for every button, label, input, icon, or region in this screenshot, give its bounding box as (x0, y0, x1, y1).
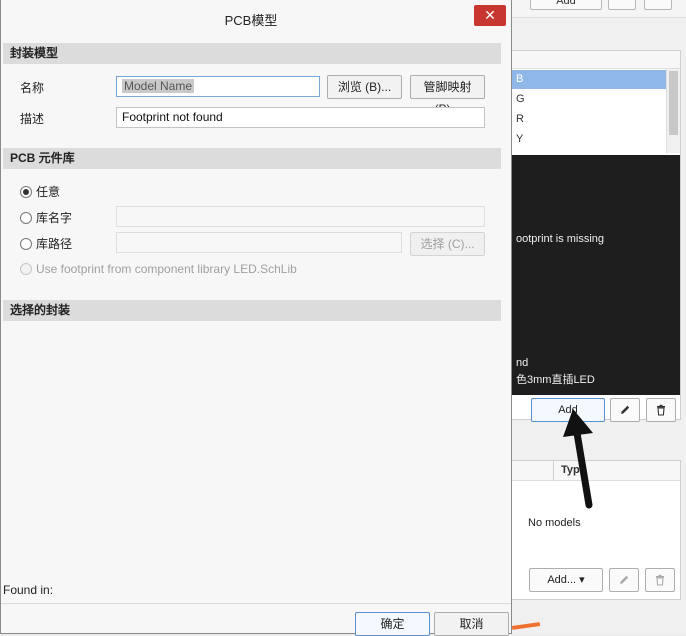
edit-model-button[interactable] (609, 568, 639, 592)
description-field[interactable]: Footprint not found (116, 107, 485, 128)
bg-top-add-button[interactable]: Add (530, 0, 602, 10)
component-list-panel: B G R Y ootprint is missing nd 色3mm直插LED… (505, 50, 681, 422)
ok-button[interactable]: 确定 (355, 612, 430, 636)
radio-any-label: 任意 (36, 185, 61, 199)
choose-button[interactable]: 选择 (C)... (410, 232, 485, 256)
background-toolbar: Add (505, 0, 686, 18)
bg-top-edit-button[interactable] (608, 0, 636, 10)
footer-divider (1, 603, 511, 604)
name-field-value: Model Name (122, 79, 195, 93)
close-button[interactable]: ✕ (474, 5, 506, 26)
list-item[interactable]: B (506, 70, 666, 89)
add-model-dropdown-button[interactable]: Add... ▾ (529, 568, 603, 592)
column-divider[interactable] (553, 461, 554, 481)
list-item[interactable]: G (506, 90, 666, 109)
caret-down-icon: ▾ (579, 574, 585, 586)
cancel-button[interactable]: 取消 (434, 612, 509, 636)
radio-button[interactable] (20, 211, 32, 224)
annotation-mark (511, 622, 541, 630)
edit-button[interactable] (610, 398, 640, 422)
preview-text: ootprint is missing (516, 233, 605, 245)
section-header-footprint-model: 封装模型 (3, 43, 501, 64)
dialog-titlebar[interactable]: PCB模型 ✕ (1, 0, 511, 34)
add-model-label: Add... (547, 574, 577, 586)
name-label: 名称 (20, 81, 45, 95)
radio-use-component-library[interactable]: Use footprint from component library LED… (20, 262, 297, 276)
no-models-text: No models (528, 517, 581, 529)
radio-button[interactable] (20, 237, 32, 250)
list-header (506, 51, 680, 69)
list-scrollbar[interactable] (666, 69, 680, 153)
list-item[interactable]: R (506, 110, 666, 129)
radio-button[interactable] (20, 185, 32, 198)
pencil-icon (621, 405, 630, 415)
preview-text: nd (516, 357, 529, 369)
library-path-field[interactable] (116, 232, 402, 253)
pencil-icon (620, 575, 629, 585)
section-header-selected-footprint: 选择的封装 (3, 300, 501, 321)
close-icon: ✕ (484, 7, 496, 23)
name-field[interactable]: Model Name (116, 76, 320, 97)
radio-library-path[interactable]: 库路径 (20, 235, 72, 252)
pcb-model-dialog: PCB模型 ✕ 封装模型 名称 Model Name 浏览 (B)... 管脚映… (0, 0, 512, 636)
models-toolbar: Add... ▾ (505, 566, 681, 594)
list-item[interactable]: Y (506, 130, 666, 149)
radio-library-name[interactable]: 库名字 (20, 209, 72, 226)
section-header-pcb-library: PCB 元件库 (3, 148, 501, 169)
trash-icon (656, 574, 664, 586)
radio-library-path-label: 库路径 (36, 237, 73, 251)
delete-model-button[interactable] (645, 568, 675, 592)
scrollbar-thumb[interactable] (669, 71, 678, 135)
radio-button[interactable] (20, 263, 32, 275)
radio-any[interactable]: 任意 (20, 183, 60, 200)
browse-button[interactable]: 浏览 (B)... (327, 75, 402, 99)
trash-icon (657, 404, 665, 416)
preview-text: 色3mm直插LED (516, 374, 595, 386)
library-name-field[interactable] (116, 206, 485, 227)
radio-library-name-label: 库名字 (36, 211, 73, 225)
radio-use-component-library-label: Use footprint from component library LED… (36, 262, 297, 276)
delete-button[interactable] (646, 398, 676, 422)
annotation-arrow-icon (563, 409, 593, 509)
description-label: 描述 (20, 112, 45, 126)
bg-top-delete-button[interactable] (644, 0, 672, 10)
found-in-label: Found in: (3, 583, 54, 597)
pin-map-button[interactable]: 管脚映射 (P)... (410, 75, 485, 116)
preview-panel: ootprint is missing nd 色3mm直插LED (506, 155, 680, 395)
dialog-title: PCB模型 (224, 13, 278, 28)
